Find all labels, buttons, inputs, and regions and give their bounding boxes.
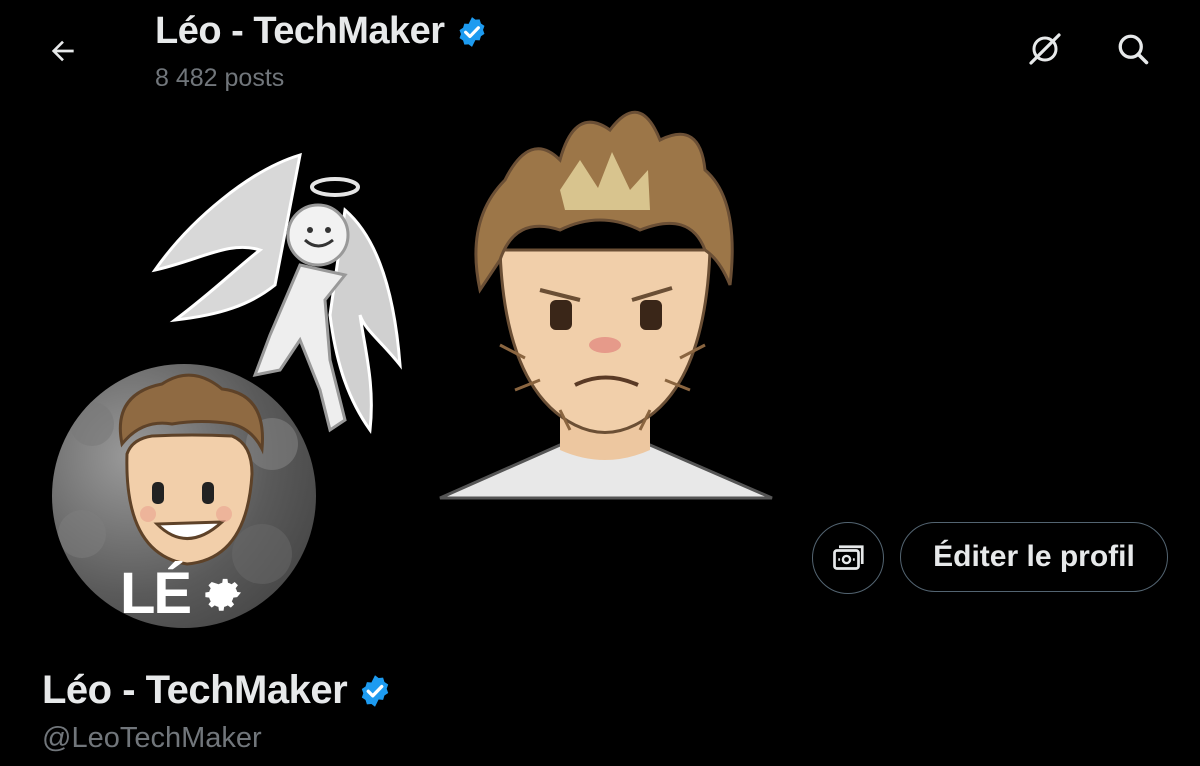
search-button[interactable] (1110, 26, 1156, 72)
profile-handle: @LeoTechMaker (42, 722, 262, 754)
subscriptions-button[interactable] (812, 522, 884, 594)
display-name: Léo - TechMaker (42, 668, 348, 712)
verified-badge-icon (357, 673, 393, 709)
portrait-character (439, 110, 773, 500)
grok-button[interactable] (1022, 26, 1068, 72)
money-icon (833, 545, 864, 570)
back-button[interactable] (40, 28, 86, 74)
avatar-logo-text: LÉ (120, 561, 192, 626)
verified-badge-icon (455, 15, 489, 49)
profile-avatar[interactable]: LÉ (48, 360, 320, 632)
post-count: 8 482 posts (155, 64, 285, 92)
edit-profile-button[interactable]: Éditer le profil (900, 522, 1168, 592)
header-title: Léo - TechMaker (155, 10, 489, 53)
top-bar: Léo - TechMaker 8 482 posts (0, 0, 1200, 100)
header-name: Léo - TechMaker (155, 10, 445, 52)
search-icon (1118, 34, 1149, 65)
grok-icon (1029, 33, 1061, 65)
profile-name: Léo - TechMaker (42, 668, 393, 713)
gear-icon (205, 578, 242, 611)
arrow-left-icon (51, 40, 74, 62)
